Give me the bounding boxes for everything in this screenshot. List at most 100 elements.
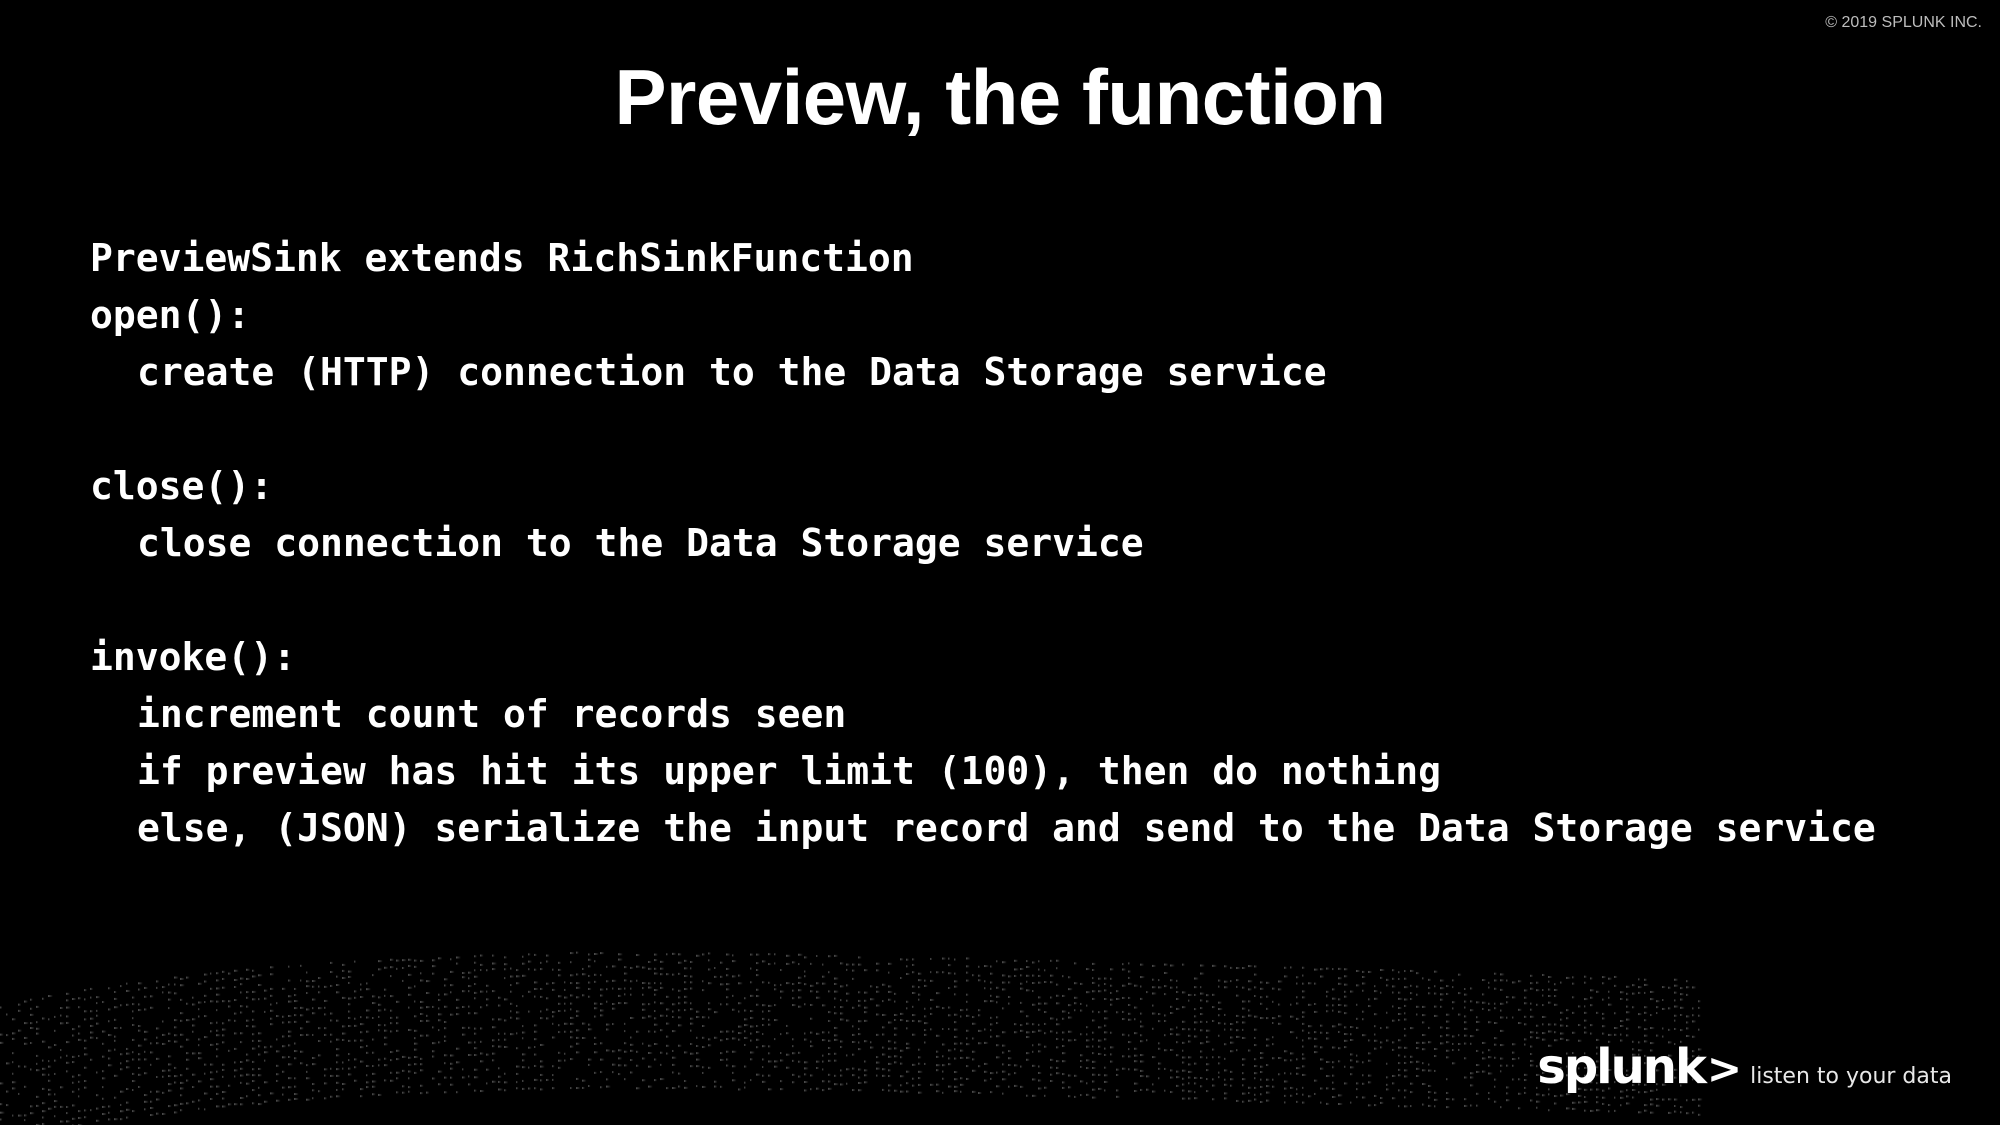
texture-dot [138, 1066, 142, 1069]
texture-dot [1134, 1047, 1138, 1050]
texture-dot [1308, 1025, 1313, 1028]
texture-dot [1008, 1002, 1011, 1005]
texture-dot [828, 1087, 833, 1090]
texture-dot [312, 985, 315, 988]
texture-dot [1518, 1057, 1521, 1060]
texture-dot [1026, 980, 1029, 983]
texture-dot [72, 1034, 75, 1037]
texture-dot [858, 1004, 862, 1007]
texture-dot [510, 1010, 513, 1013]
texture-dot [1128, 976, 1131, 979]
texture-dot [48, 1079, 52, 1082]
texture-dot [270, 1017, 273, 1020]
texture-dot [1674, 1027, 1677, 1030]
texture-dot [102, 1077, 107, 1080]
texture-dot [468, 977, 471, 980]
texture-dot [996, 1044, 1000, 1047]
texture-dot [900, 1090, 905, 1093]
texture-dot [324, 1033, 328, 1036]
texture-dot [780, 996, 783, 999]
texture-dot [1500, 988, 1504, 991]
texture-dot [138, 988, 141, 991]
texture-dot [1212, 1048, 1215, 1051]
texture-dot [1110, 1003, 1114, 1006]
texture-dot [1356, 1060, 1360, 1063]
texture-dot [240, 1067, 244, 1070]
texture-dot [1572, 1107, 1577, 1110]
texture-dot [930, 1083, 935, 1086]
texture-dot [828, 1059, 832, 1062]
texture-dot [1350, 1053, 1354, 1056]
texture-dot [1260, 1093, 1263, 1096]
texture-dot [252, 1047, 257, 1050]
texture-dot [318, 1090, 321, 1093]
texture-dot [1338, 998, 1341, 1001]
texture-dot [1146, 991, 1149, 994]
texture-dot [624, 1002, 629, 1005]
texture-dot [1278, 1003, 1281, 1006]
texture-dot [1236, 1099, 1240, 1102]
texture-dot [1218, 1008, 1223, 1011]
texture-dot [1506, 996, 1510, 999]
texture-dot [864, 991, 869, 994]
texture-dot [1380, 968, 1385, 971]
texture-dot [1440, 998, 1444, 1001]
texture-dot [1140, 1054, 1145, 1057]
texture-dot [336, 1054, 341, 1057]
texture-dot [1302, 1086, 1305, 1089]
texture-dot [498, 1032, 501, 1035]
texture-dot [1116, 1089, 1120, 1092]
texture-dot [408, 1006, 411, 1009]
texture-dot [1560, 1018, 1563, 1021]
texture-dot [624, 1064, 628, 1067]
texture-dot [1128, 1012, 1132, 1015]
texture-dot [1110, 1060, 1114, 1063]
texture-dot [1038, 1029, 1043, 1032]
texture-dot [726, 1030, 731, 1033]
texture-dot [882, 1046, 885, 1049]
texture-dot [834, 1006, 837, 1009]
texture-dot [1140, 1069, 1145, 1072]
texture-dot [966, 1056, 971, 1059]
texture-dot [1182, 1049, 1185, 1052]
texture-dot [1308, 982, 1313, 985]
texture-dot [858, 1068, 862, 1071]
texture-dot [162, 1112, 167, 1115]
texture-dot [606, 965, 609, 968]
texture-dot [1404, 1069, 1409, 1072]
texture-dot [1368, 1074, 1373, 1077]
texture-dot [522, 1087, 526, 1090]
texture-dot [954, 985, 958, 988]
texture-dot [1224, 1092, 1229, 1095]
texture-dot [1092, 981, 1096, 984]
texture-dot [540, 1043, 545, 1046]
texture-dot [1500, 979, 1505, 982]
texture-dot [1488, 981, 1491, 984]
texture-dot [624, 987, 627, 990]
texture-dot [1272, 987, 1276, 990]
texture-dot [798, 1075, 802, 1078]
texture-dot [66, 1112, 69, 1115]
texture-dot [318, 1007, 323, 1010]
texture-dot [312, 1056, 317, 1059]
texture-dot [1152, 964, 1157, 967]
texture-dot [1254, 1098, 1258, 1101]
texture-dot [1368, 1081, 1372, 1084]
texture-dot [918, 986, 921, 989]
texture-dot [1692, 1111, 1695, 1114]
texture-dot [1260, 996, 1264, 999]
texture-dot [1212, 993, 1216, 996]
texture-dot [378, 996, 382, 999]
texture-dot [1698, 1098, 1703, 1101]
texture-dot [600, 988, 605, 991]
texture-dot [1398, 991, 1402, 994]
texture-dot [1062, 1045, 1066, 1048]
texture-dot [1410, 1061, 1415, 1064]
texture-dot [798, 1051, 801, 1054]
texture-dot [294, 1014, 298, 1017]
texture-dot [558, 1031, 561, 1034]
texture-dot [348, 1025, 352, 1028]
texture-dot [504, 1089, 507, 1092]
texture-dot [174, 1034, 179, 1037]
texture-dot [1236, 1029, 1240, 1032]
